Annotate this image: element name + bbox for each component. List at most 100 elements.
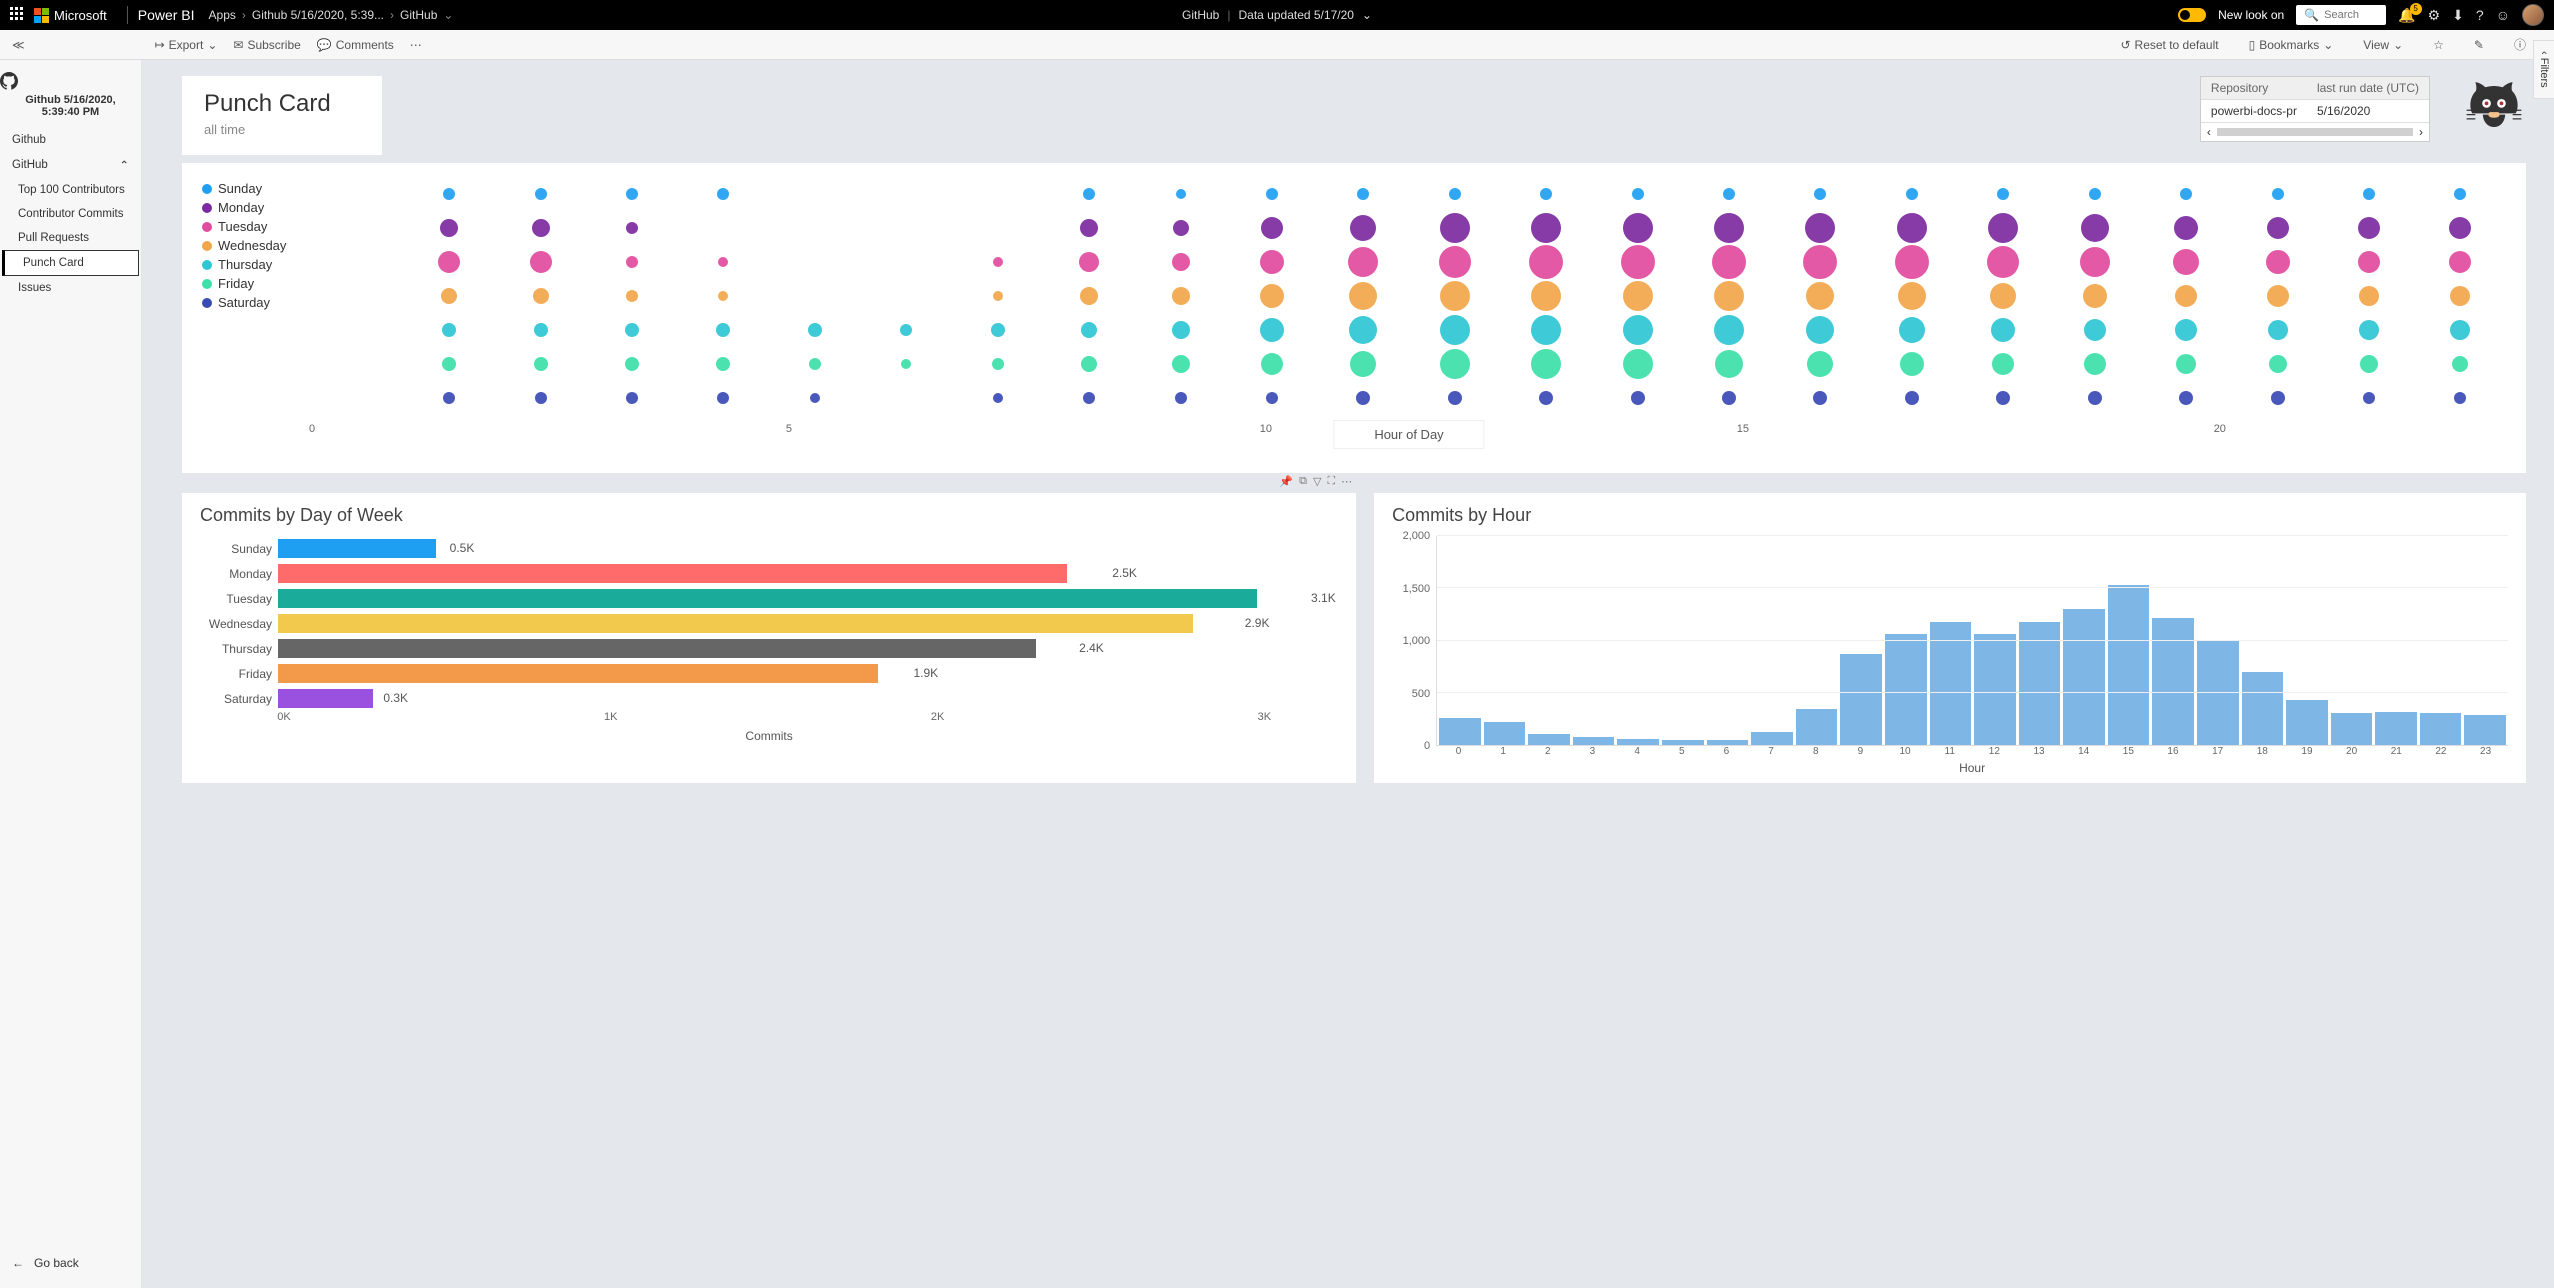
punch-cell[interactable] xyxy=(1135,253,1226,271)
column[interactable] xyxy=(1662,740,1704,745)
legend-item[interactable]: Saturday xyxy=(202,295,312,310)
nav-github-report[interactable]: GitHub⌃ xyxy=(0,152,141,178)
punch-cell[interactable] xyxy=(495,219,586,237)
punch-cell[interactable] xyxy=(678,188,769,200)
column[interactable] xyxy=(1439,718,1481,745)
punch-cell[interactable] xyxy=(1043,322,1134,338)
punch-cell[interactable] xyxy=(1500,315,1591,345)
punch-cell[interactable] xyxy=(1775,245,1866,279)
punch-cell[interactable] xyxy=(2323,286,2414,306)
go-back-button[interactable]: ←Go back xyxy=(0,1246,141,1280)
repository-info-slicer[interactable]: Repositorylast run date (UTC) powerbi-do… xyxy=(2200,76,2430,142)
punch-cell[interactable] xyxy=(678,392,769,404)
nav-github-dashboard[interactable]: Github xyxy=(0,128,141,152)
punch-cell[interactable] xyxy=(1500,188,1591,200)
punch-cell[interactable] xyxy=(586,323,677,337)
punch-cell[interactable] xyxy=(1500,349,1591,379)
punch-cell[interactable] xyxy=(952,257,1043,267)
punch-cell[interactable] xyxy=(1683,315,1774,345)
punch-cell[interactable] xyxy=(1226,284,1317,308)
punch-cell[interactable] xyxy=(861,324,952,336)
bar-row[interactable]: Sunday 0.5K xyxy=(200,536,1338,561)
punch-cell[interactable] xyxy=(2415,392,2506,404)
punch-cell[interactable] xyxy=(1318,391,1409,405)
punch-cell[interactable] xyxy=(1226,250,1317,274)
avatar[interactable] xyxy=(2522,4,2544,26)
focus-icon[interactable]: ⛶ xyxy=(1327,475,1335,488)
punch-cell[interactable] xyxy=(1135,321,1226,339)
punch-cell[interactable] xyxy=(952,358,1043,370)
punch-cell[interactable] xyxy=(2232,250,2323,274)
notifications-icon[interactable]: 🔔5 xyxy=(2398,7,2415,24)
punch-cell[interactable] xyxy=(769,323,860,337)
punch-cell[interactable] xyxy=(2232,355,2323,373)
bookmarks-button[interactable]: ▯Bookmarks⌄ xyxy=(2249,38,2334,52)
collapse-nav-icon[interactable]: ≪ xyxy=(12,38,25,52)
punch-cell[interactable] xyxy=(1318,282,1409,310)
prev-icon[interactable]: ‹ xyxy=(2207,125,2211,139)
column[interactable] xyxy=(1573,737,1615,745)
punch-cell[interactable] xyxy=(2049,319,2140,341)
punch-cell[interactable] xyxy=(678,257,769,267)
column[interactable] xyxy=(2464,715,2506,745)
column[interactable] xyxy=(1707,740,1749,745)
commits-by-hour-chart[interactable]: Commits by Hour 2,0001,5001,0005000 0123… xyxy=(1374,493,2526,783)
punch-cell[interactable] xyxy=(495,188,586,200)
scrollbar[interactable] xyxy=(2217,128,2413,136)
punch-cell[interactable] xyxy=(1135,220,1226,236)
column[interactable] xyxy=(1840,654,1882,745)
punch-plot[interactable]: 05101520 Hour of Day xyxy=(312,177,2506,443)
punch-cell[interactable] xyxy=(586,392,677,404)
punch-cell[interactable] xyxy=(2323,320,2414,340)
search-field[interactable] xyxy=(2324,9,2379,21)
punch-cell[interactable] xyxy=(2140,285,2231,307)
chevron-down-icon[interactable]: ⌄ xyxy=(1362,8,1372,22)
punch-cell[interactable] xyxy=(1043,252,1134,272)
punch-cell[interactable] xyxy=(1226,353,1317,375)
punch-cell[interactable] xyxy=(2415,251,2506,273)
punch-cell[interactable] xyxy=(2049,284,2140,308)
punch-cell[interactable] xyxy=(2415,356,2506,372)
product-name[interactable]: Power BI xyxy=(138,7,195,23)
column[interactable] xyxy=(1528,734,1570,745)
crumb-workspace[interactable]: Github 5/16/2020, 5:39... xyxy=(252,8,384,22)
crumb-apps[interactable]: Apps xyxy=(209,8,236,22)
punch-cell[interactable] xyxy=(1958,213,2049,243)
punch-cell[interactable] xyxy=(1958,283,2049,309)
punch-cell[interactable] xyxy=(1866,213,1957,243)
nav-top-contributors[interactable]: Top 100 Contributors xyxy=(0,178,141,202)
punch-cell[interactable] xyxy=(1683,245,1774,279)
punch-cell[interactable] xyxy=(1226,217,1317,239)
punch-cell[interactable] xyxy=(1226,318,1317,342)
punch-cell[interactable] xyxy=(1866,352,1957,376)
filters-pane-toggle[interactable]: ‹ Filters xyxy=(2533,40,2554,99)
search-input[interactable]: 🔍 xyxy=(2296,5,2386,25)
punch-cell[interactable] xyxy=(2232,188,2323,200)
punch-cell[interactable] xyxy=(1409,391,1500,405)
more-icon[interactable]: ⋯ xyxy=(1341,475,1352,488)
info-icon[interactable]: ⓘ xyxy=(2514,36,2526,53)
column[interactable] xyxy=(1974,634,2016,745)
punch-cell[interactable] xyxy=(1500,391,1591,405)
punch-cell[interactable] xyxy=(2323,188,2414,200)
punch-cell[interactable] xyxy=(2049,247,2140,277)
column[interactable] xyxy=(2286,700,2328,745)
legend-item[interactable]: Wednesday xyxy=(202,238,312,253)
punch-cell[interactable] xyxy=(403,188,494,200)
punch-cell[interactable] xyxy=(2415,320,2506,340)
comments-button[interactable]: 💬Comments xyxy=(317,38,394,52)
punch-cell[interactable] xyxy=(1866,282,1957,310)
punch-cell[interactable] xyxy=(1043,188,1134,200)
punch-cell[interactable] xyxy=(1775,282,1866,310)
more-icon[interactable]: ⋯ xyxy=(410,38,422,52)
column[interactable] xyxy=(1617,739,1659,745)
punch-cell[interactable] xyxy=(2140,354,2231,374)
legend-item[interactable]: Friday xyxy=(202,276,312,291)
column[interactable] xyxy=(1796,709,1838,745)
new-look-toggle[interactable] xyxy=(2178,8,2206,22)
punch-cell[interactable] xyxy=(2232,285,2323,307)
pin-icon[interactable]: 📌 xyxy=(1279,475,1293,488)
punch-cell[interactable] xyxy=(403,288,494,304)
punch-cell[interactable] xyxy=(495,392,586,404)
punch-cell[interactable] xyxy=(952,393,1043,403)
